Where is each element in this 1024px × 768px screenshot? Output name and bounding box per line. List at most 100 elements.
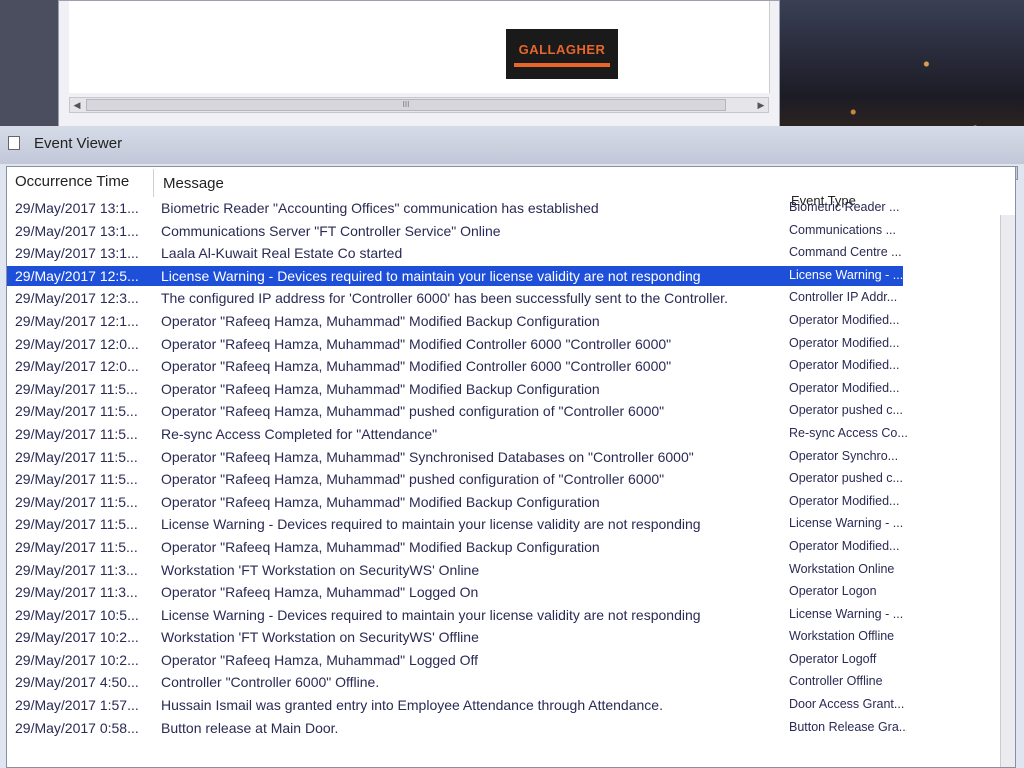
cell-occurrence-time: 29/May/2017 11:3... <box>15 584 138 601</box>
table-row[interactable]: 29/May/2017 11:5... Operator "Rafeeq Hamz… <box>7 491 997 514</box>
cell-event-type: Operator Synchro... <box>789 448 899 463</box>
cell-event-type: Operator Logoff <box>789 651 877 666</box>
cell-occurrence-time: 29/May/2017 13:1... <box>15 222 139 239</box>
background-panel <box>0 0 60 130</box>
table-row[interactable]: 29/May/2017 12:5... License Warning - Dev… <box>7 265 997 288</box>
table-row[interactable]: 29/May/2017 11:5... License Warning - Dev… <box>7 513 997 536</box>
event-viewer-window: Event Viewer — □ ✕ Occurrence Time Messa… <box>0 126 1024 768</box>
cell-message: Button release at Main Door. <box>161 719 339 736</box>
table-row[interactable]: 29/May/2017 12:1... Operator "Rafeeq Hamz… <box>7 310 997 333</box>
cell-message: Workstation 'FT Workstation on SecurityW… <box>161 629 479 646</box>
cell-message: Biometric Reader "Accounting Offices" co… <box>161 200 599 216</box>
cell-message: Operator "Rafeeq Hamza, Muhammad" Modifi… <box>161 335 672 352</box>
table-row[interactable]: 29/May/2017 1:57... Hussain Ismail was gr… <box>7 694 997 717</box>
column-divider[interactable] <box>153 169 154 197</box>
table-row[interactable]: 29/May/2017 11:3... Operator "Rafeeq Hamz… <box>7 581 997 604</box>
cell-message: Operator "Rafeeq Hamza, Muhammad" pushed… <box>161 403 665 420</box>
table-row[interactable]: 29/May/2017 13:1... Laala Al-Kuwait Real … <box>7 242 997 265</box>
cell-message: Operator "Rafeeq Hamza, Muhammad" Modifi… <box>161 312 600 329</box>
table-row[interactable]: 29/May/2017 11:5... Re-sync Access Comple… <box>7 423 997 446</box>
table-row[interactable]: 29/May/2017 12:3... The configured IP add… <box>7 287 997 310</box>
cell-event-type: License Warning - ... <box>789 516 904 531</box>
table-row[interactable]: 29/May/2017 13:1... Biometric Reader "Acc… <box>7 197 997 220</box>
cell-event-type: Operator Logon <box>789 584 877 599</box>
cell-event-type: Operator Modified... <box>789 358 900 373</box>
table-row[interactable]: 29/May/2017 11:5... Operator "Rafeeq Hamz… <box>7 400 997 423</box>
event-list: Occurrence Time Message Event Type 29/Ma… <box>6 166 1016 768</box>
cell-event-type: Operator Modified... <box>789 493 900 508</box>
cell-occurrence-time: 29/May/2017 11:5... <box>15 425 138 442</box>
cell-event-type: Operator pushed c... <box>789 403 903 418</box>
cell-event-type: Re-sync Access Co... <box>789 425 907 440</box>
cell-occurrence-time: 29/May/2017 10:5... <box>15 606 139 623</box>
cell-occurrence-time: 29/May/2017 11:5... <box>15 516 138 533</box>
cell-occurrence-time: 29/May/2017 10:2... <box>15 629 139 646</box>
cell-event-type: Operator Modified... <box>789 312 900 327</box>
cell-message: Operator "Rafeeq Hamza, Muhammad" Modifi… <box>161 380 600 397</box>
cell-event-type: Communications ... <box>789 222 896 237</box>
cell-message: The configured IP address for 'Controlle… <box>161 290 728 307</box>
scrollbar-thumb[interactable]: III <box>86 99 726 111</box>
cell-message: Operator "Rafeeq Hamza, Muhammad" Modifi… <box>161 538 600 555</box>
cell-event-type: Button Release Gra... <box>789 719 907 734</box>
table-row[interactable]: 29/May/2017 10:5... License Warning - Dev… <box>7 604 997 627</box>
cell-event-type: License Warning - ... <box>789 267 904 282</box>
cell-message: Laala Al-Kuwait Real Estate Co started <box>161 245 403 262</box>
table-row[interactable]: 29/May/2017 11:5... Operator "Rafeeq Hamz… <box>7 468 997 491</box>
logo-text: GALLAGHER <box>518 41 606 57</box>
cell-message: Operator "Rafeeq Hamza, Muhammad" Modifi… <box>161 358 672 375</box>
cell-occurrence-time: 29/May/2017 12:5... <box>15 267 139 284</box>
scrollbar-grip: III <box>402 100 410 109</box>
horizontal-scrollbar[interactable]: ◀ III ▶ <box>69 97 769 113</box>
column-header-message[interactable]: Message <box>163 175 224 192</box>
cell-occurrence-time: 29/May/2017 12:0... <box>15 335 139 352</box>
table-row[interactable]: 29/May/2017 11:5... Operator "Rafeeq Hamz… <box>7 536 997 559</box>
cell-event-type: Operator Modified... <box>789 335 900 350</box>
cell-occurrence-time: 29/May/2017 4:50... <box>15 674 139 691</box>
event-rows: 29/May/2017 13:1... Biometric Reader "Acc… <box>7 197 1007 739</box>
scroll-left-arrow-icon[interactable]: ◀ <box>70 98 84 112</box>
cell-event-type: Operator pushed c... <box>789 471 903 486</box>
cell-occurrence-time: 29/May/2017 10:2... <box>15 651 139 668</box>
event-viewer-titlebar[interactable]: Event Viewer <box>0 126 1024 164</box>
cell-occurrence-time: 29/May/2017 12:1... <box>15 312 139 329</box>
cell-message: Operator "Rafeeq Hamza, Muhammad" Logged… <box>161 584 479 601</box>
cell-occurrence-time: 29/May/2017 12:3... <box>15 290 139 307</box>
table-row[interactable]: 29/May/2017 13:1... Communications Server… <box>7 220 997 243</box>
logo-bar <box>514 62 610 67</box>
cell-message: License Warning - Devices required to ma… <box>161 516 701 533</box>
cell-message: Operator "Rafeeq Hamza, Muhammad" Logged… <box>161 651 479 668</box>
table-row[interactable]: 29/May/2017 10:2... Workstation 'FT Works… <box>7 626 997 649</box>
table-row[interactable]: 29/May/2017 11:5... Operator "Rafeeq Hamz… <box>7 378 997 401</box>
cell-message: Operator "Rafeeq Hamza, Muhammad" pushed… <box>161 471 665 488</box>
column-header-occurrence-time[interactable]: Occurrence Time <box>15 173 129 190</box>
cell-occurrence-time: 29/May/2017 11:5... <box>15 538 138 555</box>
cell-message: License Warning - Devices required to ma… <box>161 267 701 284</box>
cell-event-type: Door Access Grant... <box>789 697 905 712</box>
cell-message: Controller "Controller 6000" Offline. <box>161 674 380 691</box>
cell-message: Communications Server "FT Controller Ser… <box>161 222 501 239</box>
vertical-scrollbar[interactable] <box>1000 215 1015 767</box>
table-row[interactable]: 29/May/2017 0:58... Button release at Mai… <box>7 717 997 740</box>
table-row[interactable]: 29/May/2017 11:3... Workstation 'FT Works… <box>7 559 997 582</box>
cell-event-type: Workstation Online <box>789 561 895 576</box>
cell-occurrence-time: 29/May/2017 11:5... <box>15 380 138 397</box>
cell-occurrence-time: 29/May/2017 11:3... <box>15 561 138 578</box>
scroll-right-arrow-icon[interactable]: ▶ <box>754 98 768 112</box>
cell-message: Operator "Rafeeq Hamza, Muhammad" Modifi… <box>161 493 600 510</box>
cell-event-type: License Warning - ... <box>789 606 904 621</box>
table-row[interactable]: 29/May/2017 12:0... Operator "Rafeeq Hamz… <box>7 333 997 356</box>
cell-message: License Warning - Devices required to ma… <box>161 606 701 623</box>
table-row[interactable]: 29/May/2017 11:5... Operator "Rafeeq Hamz… <box>7 446 997 469</box>
table-row[interactable]: 29/May/2017 10:2... Operator "Rafeeq Hamz… <box>7 649 997 672</box>
cell-occurrence-time: 29/May/2017 13:1... <box>15 200 139 216</box>
cell-message: Workstation 'FT Workstation on SecurityW… <box>161 561 480 578</box>
cell-occurrence-time: 29/May/2017 11:5... <box>15 493 138 510</box>
table-row[interactable]: 29/May/2017 4:50... Controller "Controlle… <box>7 671 997 694</box>
cell-event-type: Command Centre ... <box>789 245 902 260</box>
cell-event-type: Operator Modified... <box>789 538 900 553</box>
cell-occurrence-time: 29/May/2017 13:1... <box>15 245 139 262</box>
cell-message: Operator "Rafeeq Hamza, Muhammad" Synchr… <box>161 448 694 465</box>
document-icon <box>8 136 20 150</box>
table-row[interactable]: 29/May/2017 12:0... Operator "Rafeeq Hamz… <box>7 355 997 378</box>
